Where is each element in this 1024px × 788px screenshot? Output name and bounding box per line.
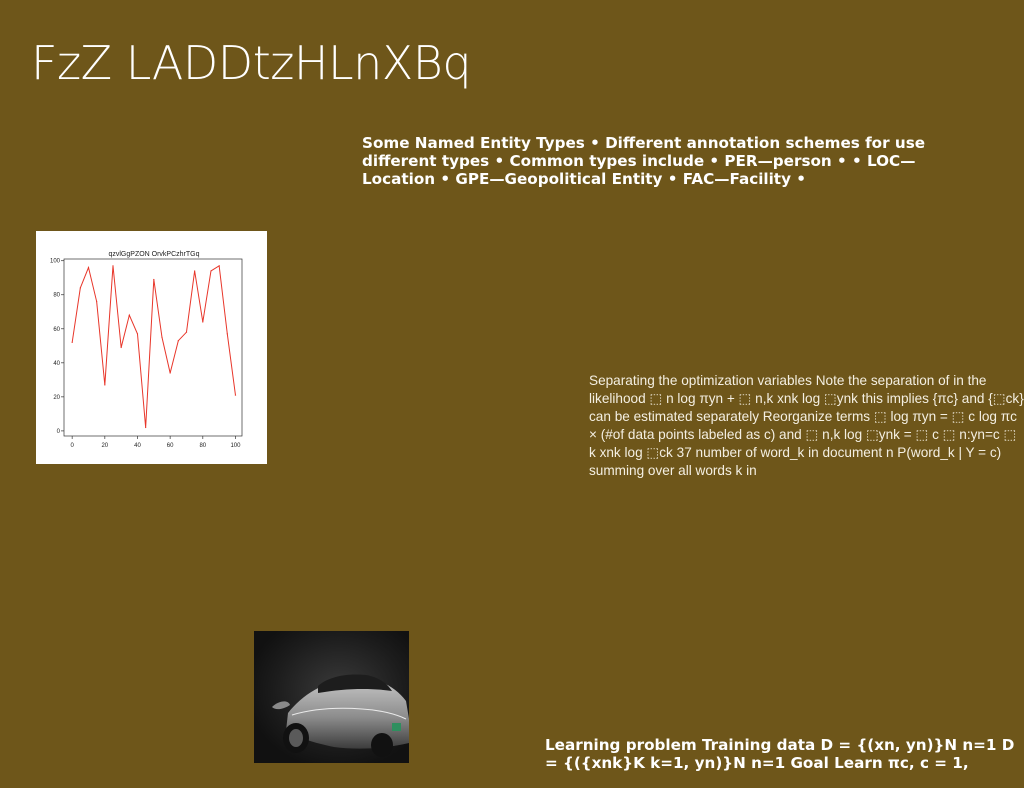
data-point — [136, 333, 139, 335]
data-point — [112, 265, 114, 267]
y-tick-label: 40 — [53, 361, 60, 367]
data-point — [96, 300, 98, 303]
data-point — [202, 321, 204, 323]
chart-lines — [71, 264, 236, 428]
data-point — [226, 333, 228, 335]
data-point — [194, 270, 196, 272]
chart-title: qzvlGgPZON OrvkPCzhrTGq — [108, 251, 199, 258]
data-point — [104, 384, 106, 386]
line-chart: qzvlGgPZON OrvkPCzhrTGq 0 20 40 60 80 100 0 20 4… — [50, 251, 243, 449]
data-point — [169, 372, 171, 374]
data-point — [145, 426, 147, 429]
data-point — [185, 331, 188, 333]
data-point — [87, 266, 90, 269]
slide-title: FzZ LADDtzHLnXBq — [31, 36, 472, 90]
data-point — [210, 270, 212, 272]
x-tick-label: 20 — [101, 443, 108, 449]
learning-problem-text: Learning problem Training data D = {(xn,… — [545, 736, 1015, 772]
optimization-text: Separating the optimization variables No… — [589, 373, 1024, 478]
data-point — [120, 346, 122, 349]
chart-points — [71, 265, 237, 429]
data-point — [218, 265, 220, 267]
data-point — [177, 340, 179, 342]
car-photo — [254, 631, 409, 763]
data-point — [128, 314, 130, 316]
data-point — [161, 336, 163, 338]
y-tick-label: 80 — [53, 293, 60, 299]
y-tick-label: 20 — [53, 395, 60, 401]
entity-types-text: Some Named Entity Types • Different anno… — [362, 134, 926, 188]
sports-car-image — [254, 631, 409, 763]
series-line — [71, 264, 236, 428]
data-point — [234, 394, 237, 396]
x-tick-label: 40 — [134, 443, 141, 449]
line-chart-figure: qzvlGgPZON OrvkPCzhrTGq 0 20 40 60 80 100 0 20 4… — [36, 231, 267, 464]
y-tick-label: 100 — [50, 259, 61, 265]
x-tick-label: 60 — [167, 443, 174, 449]
x-tick-label: 80 — [199, 443, 206, 449]
y-tick-label: 0 — [57, 429, 61, 435]
data-point — [79, 287, 81, 289]
data-point — [153, 278, 155, 281]
data-point — [71, 341, 73, 343]
x-tick-label: 0 — [70, 443, 74, 449]
y-tick-label: 60 — [53, 327, 60, 333]
x-tick-label: 100 — [230, 443, 241, 449]
